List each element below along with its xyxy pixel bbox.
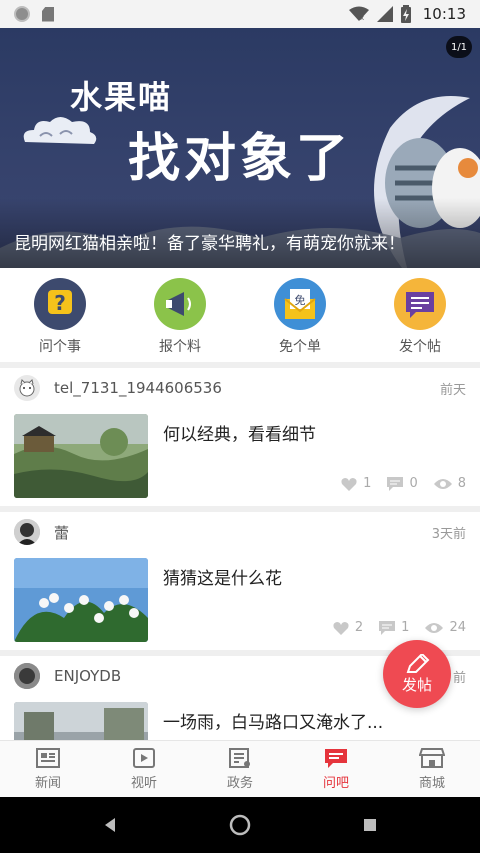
tab-video[interactable]: 视听 <box>96 741 192 797</box>
post-time: 前 <box>452 670 466 686</box>
government-doc-icon <box>229 748 250 768</box>
post-time: 前天 <box>439 382 466 398</box>
post-body: 何以经典，看看细节 1 0 8 <box>0 408 480 516</box>
post-time: 3天前 <box>431 526 466 542</box>
clock: 10:13 <box>422 5 466 23</box>
new-post-button[interactable]: 发帖 <box>383 640 451 708</box>
post-stats: 2 1 24 <box>323 620 466 635</box>
pencil-icon <box>406 653 430 673</box>
banner-title-line1: 水果喵 <box>70 78 173 116</box>
quick-action-ask[interactable]: ? 问个事 <box>0 268 120 362</box>
heart-icon[interactable] <box>333 621 349 635</box>
envelope-free-icon: 免 <box>274 278 326 330</box>
eye-icon <box>433 478 452 489</box>
quick-action-label: 问个事 <box>39 339 81 355</box>
post-card[interactable]: tel_7131_1944606536 前天 何以经典，看看细节 1 0 8 <box>0 368 480 506</box>
notification-dot-icon <box>14 6 30 22</box>
post-title[interactable]: 何以经典，看看细节 <box>163 420 316 445</box>
avatar[interactable] <box>14 375 40 401</box>
quick-action-label: 发个帖 <box>399 339 441 355</box>
quick-action-post[interactable]: 发个帖 <box>360 268 480 362</box>
post-username[interactable]: ENJOYDB <box>54 667 121 685</box>
recents-icon[interactable] <box>361 816 379 834</box>
svg-text:x: x <box>360 14 364 22</box>
post-username[interactable]: 蕾 <box>54 522 69 543</box>
tab-news[interactable]: 新闻 <box>0 741 96 797</box>
question-icon: ? <box>34 278 86 330</box>
tab-government[interactable]: 政务 <box>192 741 288 797</box>
comment-count: 1 <box>401 620 410 635</box>
post-title[interactable]: 一场雨，白马路口又淹水了... <box>163 708 383 733</box>
status-bar: x 10:13 <box>0 0 480 28</box>
free-glyph: 免 <box>295 293 306 307</box>
svg-text:?: ? <box>54 291 66 315</box>
newspaper-icon <box>36 748 60 768</box>
banner-caption: 昆明网红猫相亲啦！备了豪华聘礼，有萌宠你就来！ <box>14 234 405 254</box>
bottom-tab-bar: 新闻 视听 政务 问吧 商城 <box>0 740 480 797</box>
quick-action-report[interactable]: 报个料 <box>120 268 240 362</box>
tab-shop[interactable]: 商城 <box>384 741 480 797</box>
comment-icon[interactable] <box>387 476 404 491</box>
view-count: 8 <box>457 476 466 491</box>
tab-label: 视听 <box>130 776 157 791</box>
post-header: tel_7131_1944606536 前天 <box>0 368 480 408</box>
chat-post-icon <box>394 278 446 330</box>
post-title[interactable]: 猜猜这是什么花 <box>163 564 282 589</box>
post-card[interactable]: 蕾 3天前 猜猜这是什么花 2 1 24 <box>0 512 480 650</box>
sd-card-icon <box>42 6 54 22</box>
quick-action-free[interactable]: 免 免个单 <box>240 268 360 362</box>
banner-title-line2: 找对象了 <box>128 128 353 189</box>
tab-label: 商城 <box>418 776 445 791</box>
tab-forum[interactable]: 问吧 <box>288 741 384 797</box>
post-thumbnail[interactable] <box>14 702 148 740</box>
avatar[interactable] <box>14 519 40 545</box>
promo-banner[interactable]: 水果喵 找对象了 昆明网红猫相亲啦！备了豪华聘礼，有萌宠你就来！ 1/1 <box>0 28 480 268</box>
megaphone-icon <box>154 278 206 330</box>
post-stats: 1 0 8 <box>331 476 466 491</box>
view-count: 24 <box>449 620 466 635</box>
back-icon[interactable] <box>101 816 119 834</box>
tab-label: 政务 <box>226 776 253 791</box>
post-username[interactable]: tel_7131_1944606536 <box>54 379 222 397</box>
tab-label: 新闻 <box>34 776 61 791</box>
like-count: 2 <box>354 620 364 635</box>
avatar[interactable] <box>14 663 40 689</box>
tab-label: 问吧 <box>322 776 349 791</box>
quick-actions: ? 问个事 报个料 免 免个单 发个帖 <box>0 268 480 362</box>
shop-icon <box>419 748 445 768</box>
quick-action-label: 免个单 <box>279 339 321 355</box>
post-thumbnail[interactable] <box>14 558 148 642</box>
comment-icon[interactable] <box>379 620 396 635</box>
new-post-label: 发帖 <box>401 675 432 694</box>
quick-action-label: 报个料 <box>159 339 201 355</box>
video-play-icon <box>133 748 155 768</box>
post-thumbnail[interactable] <box>14 414 148 498</box>
post-header: 蕾 3天前 <box>0 512 480 552</box>
comment-count: 0 <box>409 476 418 491</box>
heart-icon[interactable] <box>341 477 357 491</box>
wifi-icon: x <box>348 6 369 22</box>
signal-icon <box>376 6 393 22</box>
home-icon[interactable] <box>229 814 251 836</box>
eye-icon <box>425 622 444 633</box>
like-count: 1 <box>363 476 372 491</box>
banner-page-counter: 1/1 <box>446 36 472 58</box>
battery-icon <box>400 5 411 23</box>
app-screen: x 10:13 水果喵 找对象了 昆明网红猫相亲啦！备了豪华聘礼，有萌宠你就来！… <box>0 0 480 853</box>
forum-chat-icon <box>325 749 347 768</box>
system-navigation-bar <box>0 797 480 853</box>
